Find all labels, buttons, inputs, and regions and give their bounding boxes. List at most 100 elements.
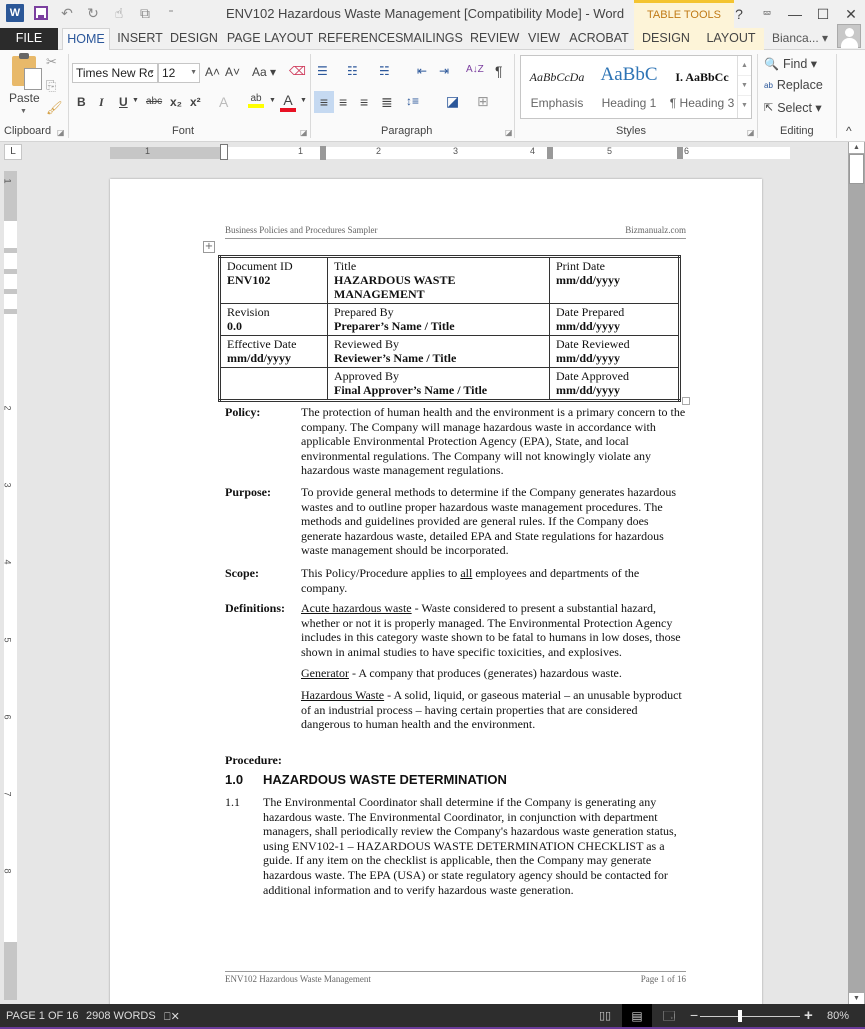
format-painter-icon[interactable]: 🖌 — [46, 100, 63, 116]
table-cell[interactable]: Date Prepared mm/dd/yyyy — [549, 303, 680, 336]
word-count-status[interactable]: 2908 WORDS — [86, 1010, 156, 1022]
shrink-font-button[interactable]: A˅ — [225, 65, 240, 79]
zoom-slider-track[interactable] — [700, 1016, 800, 1017]
font-color-button[interactable]: A — [280, 92, 296, 112]
multilevel-list-button[interactable]: ☵ — [379, 64, 390, 78]
zoom-level[interactable]: 80% — [827, 1010, 849, 1022]
table-cell[interactable]: Print Date mm/dd/yyyy — [549, 256, 680, 304]
collapse-ribbon-button[interactable]: ^ — [846, 124, 852, 138]
numbering-button[interactable]: ☷ — [347, 64, 358, 78]
tab-selector[interactable]: L — [4, 144, 22, 160]
table-cell[interactable]: Document ID ENV102 — [219, 256, 328, 304]
print-layout-button[interactable]: ▤ — [622, 1004, 652, 1029]
tab-design[interactable]: DESIGN — [168, 28, 220, 50]
column-marker[interactable] — [677, 147, 683, 159]
touch-mode-button[interactable]: ☝ — [110, 4, 128, 22]
zoom-slider-thumb[interactable] — [738, 1010, 742, 1022]
table-cell[interactable]: Reviewed By Reviewer’s Name / Title — [327, 335, 550, 368]
table-cell[interactable]: Effective Date mm/dd/yyyy — [219, 335, 328, 368]
table-cell[interactable]: Approved By Final Approver’s Name / Title — [327, 367, 550, 401]
tab-table-design[interactable]: DESIGN — [634, 28, 698, 50]
help-button[interactable]: ? — [725, 0, 753, 28]
clear-formatting-button[interactable]: ⌫ — [289, 64, 306, 78]
superscript-button[interactable]: x² — [190, 95, 201, 109]
customize-qat-button[interactable]: ⁼ — [162, 4, 180, 22]
tab-mailings[interactable]: MAILINGS — [400, 28, 466, 50]
decrease-indent-button[interactable]: ⇤ — [417, 64, 427, 78]
show-formatting-marks-button[interactable]: ¶ — [495, 63, 503, 79]
tab-page-layout[interactable]: PAGE LAYOUT — [226, 28, 314, 50]
styles-launcher[interactable]: ◪ — [747, 128, 755, 137]
zoom-out-button[interactable]: − — [690, 1007, 698, 1023]
find-button[interactable]: 🔍 Find ▾ — [764, 56, 817, 72]
bullets-button[interactable]: ☰ — [317, 64, 328, 78]
sort-button[interactable]: A↓Z — [466, 64, 484, 75]
tab-review[interactable]: REVIEW — [470, 28, 519, 50]
grow-font-button[interactable]: A˄ — [205, 65, 220, 79]
font-size-select[interactable]: 12 ▼ — [158, 63, 200, 83]
justify-button[interactable]: ≣ — [381, 94, 393, 111]
styles-more[interactable]: ▼ — [738, 96, 751, 116]
table-cell[interactable]: Title HAZARDOUS WASTE MANAGEMENT — [327, 256, 550, 304]
highlight-color-button[interactable]: ab — [248, 93, 264, 108]
shading-button[interactable]: ◪ — [446, 93, 459, 110]
increase-indent-button[interactable]: ⇥ — [439, 64, 449, 78]
style-emphasis[interactable]: AaBbCcDa Emphasis — [521, 56, 593, 118]
table-cell[interactable]: Date Approved mm/dd/yyyy — [549, 367, 680, 401]
style-heading-3[interactable]: I. AaBbCc ¶ Heading 3 — [665, 56, 739, 118]
minimize-button[interactable]: — — [781, 0, 809, 28]
center-button[interactable]: ≡ — [339, 94, 347, 110]
subscript-button[interactable]: x₂ — [170, 95, 182, 109]
maximize-button[interactable]: ☐ — [809, 0, 837, 28]
replace-button[interactable]: ab Replace — [764, 78, 823, 92]
italic-button[interactable]: I — [99, 95, 104, 110]
cut-icon[interactable]: ✂ — [46, 54, 57, 70]
qat-more-button[interactable]: ⧉ — [136, 4, 154, 22]
tab-acrobat[interactable]: ACROBAT — [568, 28, 630, 50]
paste-button[interactable]: Paste — [9, 91, 40, 105]
table-move-handle[interactable]: + — [203, 241, 215, 253]
font-launcher[interactable]: ◪ — [300, 128, 308, 137]
tab-view[interactable]: VIEW — [524, 28, 564, 50]
column-marker[interactable] — [320, 146, 326, 160]
table-cell[interactable]: Revision 0.0 — [219, 303, 328, 336]
table-cell[interactable]: Date Reviewed mm/dd/yyyy — [549, 335, 680, 368]
font-color-dropdown[interactable]: ▼ — [300, 97, 307, 104]
tab-home[interactable]: HOME — [62, 28, 110, 51]
style-heading-1[interactable]: AaBbC Heading 1 — [593, 56, 665, 118]
styles-scroll-up[interactable]: ▲ — [738, 56, 751, 76]
proofing-icon[interactable]: ⎕✕ — [164, 1010, 180, 1024]
select-button[interactable]: ⇱ Select ▾ — [764, 100, 822, 115]
page-count-status[interactable]: PAGE 1 OF 16 — [6, 1010, 79, 1022]
paste-icon[interactable] — [12, 53, 42, 90]
user-account-menu[interactable]: Bianca... ▾ — [772, 31, 828, 45]
web-layout-button[interactable]: 🗔 — [654, 1004, 684, 1029]
tab-table-layout[interactable]: LAYOUT — [698, 28, 764, 50]
tab-file[interactable]: FILE — [0, 28, 58, 50]
borders-button[interactable]: ⊞ — [477, 93, 489, 110]
document-page[interactable]: Business Policies and Procedures Sampler… — [110, 179, 762, 1009]
redo-button[interactable]: ↻ — [84, 4, 102, 22]
table-resize-handle[interactable] — [682, 397, 690, 405]
clipboard-launcher[interactable]: ◪ — [57, 128, 65, 137]
paste-dropdown-arrow[interactable]: ▼ — [20, 108, 27, 115]
indent-marker[interactable] — [220, 144, 228, 160]
user-avatar[interactable] — [837, 24, 861, 48]
scroll-up-button[interactable]: ▲ — [849, 142, 864, 153]
column-marker[interactable] — [547, 147, 553, 159]
scroll-down-button[interactable]: ▼ — [849, 993, 864, 1004]
table-cell[interactable] — [219, 367, 328, 401]
ribbon-display-options-button[interactable]: ⮹ — [753, 0, 781, 28]
vertical-scrollbar[interactable]: ▲ ▼ — [848, 142, 865, 1004]
align-left-button[interactable]: ≡ — [314, 91, 334, 113]
horizontal-ruler[interactable]: 1 1 2 3 4 5 6 — [110, 144, 790, 160]
tab-references[interactable]: REFERENCES — [318, 28, 403, 50]
underline-button[interactable]: U — [119, 95, 128, 109]
align-right-button[interactable]: ≡ — [360, 94, 368, 110]
zoom-in-button[interactable]: + — [804, 1007, 813, 1024]
copy-icon[interactable]: ⎘ — [46, 78, 56, 94]
strikethrough-button[interactable]: abc — [146, 96, 162, 107]
styles-scroll-down[interactable]: ▼ — [738, 76, 751, 96]
text-effects-button[interactable]: A — [219, 94, 228, 110]
tab-insert[interactable]: INSERT — [116, 28, 164, 50]
